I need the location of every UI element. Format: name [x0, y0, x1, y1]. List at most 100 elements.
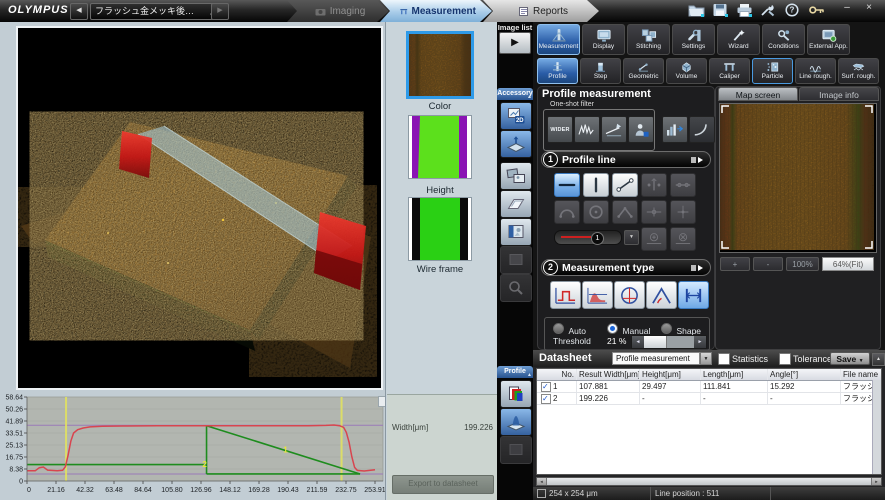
ribbon-button-caliper[interactable]: Caliper	[709, 58, 750, 84]
column-header-0[interactable]: No.	[537, 369, 577, 380]
measurement-type-section-header[interactable]: 2 Measurement type	[541, 259, 711, 276]
ribbon-button-display[interactable]: Display	[582, 24, 625, 55]
tab-map-screen[interactable]: Map screen	[718, 87, 798, 101]
free-line-button[interactable]	[612, 173, 638, 197]
scrollbar-thumb[interactable]	[546, 478, 872, 485]
image-pair-button[interactable]	[500, 162, 532, 190]
line-width-dropdown[interactable]: ▼	[624, 230, 639, 245]
width-measure-button[interactable]	[678, 281, 709, 309]
save-icon[interactable]	[712, 3, 729, 17]
view-3d-button[interactable]	[500, 130, 532, 158]
scrollbar-thumb[interactable]	[644, 336, 667, 348]
angle-measure-button[interactable]	[646, 281, 677, 309]
circle-measure-button[interactable]	[614, 281, 645, 309]
step-measure-button[interactable]	[550, 281, 581, 309]
tolerance-checkbox[interactable]	[779, 353, 791, 365]
column-header-3[interactable]: Length[μm]	[701, 369, 768, 380]
profile-group-tab[interactable]: Profile▲	[497, 366, 533, 378]
ribbon-button-conditions[interactable]: Conditions	[762, 24, 805, 55]
ribbon-button-particle[interactable]: Particle	[752, 58, 793, 84]
view-2d-button[interactable]: 2D	[500, 102, 532, 130]
threshold-scrollbar[interactable]: ◄ ►	[631, 335, 707, 349]
tilt-correction-button[interactable]	[601, 116, 627, 143]
thumbnail-height[interactable]	[408, 115, 472, 179]
key-icon[interactable]	[808, 3, 825, 17]
table-row[interactable]: ✓1107.88129.497111.84115.292フラッシュ金	[537, 381, 881, 393]
3d-viewport[interactable]	[16, 26, 383, 390]
ribbon-button-line-rough[interactable]: Line rough.	[795, 58, 836, 84]
noise-filter-button[interactable]	[574, 116, 600, 143]
histogram-export-button[interactable]	[662, 116, 688, 143]
profile-line-section-header[interactable]: 1 Profile line	[541, 151, 711, 168]
ribbon-button-volume[interactable]: Volume	[666, 58, 707, 84]
save-button[interactable]: Save ▼	[830, 352, 870, 365]
status-checkbox[interactable]	[537, 489, 546, 498]
tools-icon[interactable]	[760, 3, 777, 17]
collapse-datasheet-button[interactable]: ▲	[872, 353, 885, 366]
ribbon-button-geometric[interactable]: Geometric	[623, 58, 664, 84]
table-vertical-scrollbar[interactable]	[872, 380, 881, 474]
profile-3d-surface-button[interactable]	[500, 408, 532, 436]
minimize-button[interactable]: –	[839, 2, 855, 14]
export-to-datasheet-button[interactable]: Export to datasheet	[392, 475, 494, 494]
accessory-group-tab[interactable]: Accessory▲	[497, 88, 533, 100]
ribbon-button-wizard[interactable]: Wizard	[717, 24, 760, 55]
close-button[interactable]: ×	[861, 2, 877, 14]
thumbnail-color[interactable]	[406, 31, 474, 99]
map-zoom-out-button[interactable]: -	[753, 257, 783, 271]
tab-measurement[interactable]: Measurement	[380, 0, 492, 22]
arc-filter-button[interactable]	[689, 116, 715, 143]
open-folder-icon[interactable]	[688, 3, 705, 17]
column-header-4[interactable]: Angle[°]	[768, 369, 841, 380]
column-header-1[interactable]: Result Width[μm]	[577, 369, 640, 380]
map-zoom-field[interactable]: 64%(Fit)	[822, 257, 874, 271]
doc-next-button[interactable]: ▶	[211, 3, 229, 20]
section-toggle-icon[interactable]	[690, 156, 704, 164]
datasheet-mode-dropdown[interactable]: Profile measurement	[612, 352, 700, 365]
doc-prev-button[interactable]: ◀	[70, 3, 88, 20]
ribbon-button-step[interactable]: Step	[580, 58, 621, 84]
image-settings-button[interactable]	[500, 218, 532, 246]
ribbon-button-settings[interactable]: Settings	[672, 24, 715, 55]
thumbnail-wireframe[interactable]	[408, 197, 472, 261]
scroll-left-icon[interactable]: ◄	[632, 336, 644, 348]
ribbon-button-surf-rough[interactable]: Surf. rough.	[838, 58, 879, 84]
section-toggle-icon[interactable]	[690, 264, 704, 272]
tab-imaging[interactable]: Imaging	[287, 0, 389, 22]
reference-plane-button[interactable]	[500, 190, 532, 218]
profile-chart[interactable]: 1208.3816.7525.1333.5141.8950.2658.64021…	[0, 394, 390, 500]
column-header-5[interactable]: File name	[841, 369, 881, 380]
ribbon-button-profile[interactable]: Profile	[537, 58, 578, 84]
table-horizontal-scrollbar[interactable]: ◄ ►	[536, 477, 882, 486]
line-width-slider[interactable]: 1	[554, 230, 622, 245]
print-icon[interactable]	[736, 3, 753, 17]
help-icon[interactable]: ?	[784, 3, 801, 17]
horizontal-line-button[interactable]	[554, 173, 580, 197]
map-zoom-100-button[interactable]: 100%	[786, 257, 819, 271]
map-image-frame[interactable]	[719, 103, 877, 253]
ribbon-button-stitching[interactable]: Stitching	[627, 24, 670, 55]
tab-image-info[interactable]: Image info	[799, 87, 879, 101]
document-selector[interactable]: フラッシュ金メッキ後… ▼	[90, 3, 218, 20]
ribbon-button-external-app[interactable]: External App.	[807, 24, 850, 55]
area-measure-button[interactable]	[582, 281, 613, 309]
reference-filter-button[interactable]	[628, 116, 654, 143]
profile-layers-button[interactable]	[500, 380, 532, 408]
statistics-checkbox[interactable]	[718, 353, 730, 365]
table-row[interactable]: ✓2199.226---フラッシュ金	[537, 393, 881, 405]
image-list-button[interactable]: ▶	[499, 32, 531, 54]
scroll-left-icon[interactable]: ◄	[537, 478, 546, 485]
datasheet-table[interactable]: No.Result Width[μm]Height[μm]Length[μm]A…	[536, 368, 882, 475]
wider-filter-button[interactable]: WIDER	[547, 116, 573, 143]
row-checkbox[interactable]: ✓	[541, 394, 551, 404]
3d-render[interactable]	[18, 28, 381, 388]
scroll-right-icon[interactable]: ►	[872, 478, 881, 485]
map-zoom-in-button[interactable]: +	[720, 257, 750, 271]
vertical-line-button[interactable]	[583, 173, 609, 197]
scroll-right-icon[interactable]: ►	[694, 336, 706, 348]
column-header-2[interactable]: Height[μm]	[640, 369, 701, 380]
ribbon-button-measurement[interactable]: Measurement	[537, 24, 580, 55]
tab-reports[interactable]: Reports	[483, 0, 599, 22]
dropdown-arrow-icon[interactable]: ▼	[700, 352, 712, 365]
row-checkbox[interactable]: ✓	[541, 382, 551, 392]
